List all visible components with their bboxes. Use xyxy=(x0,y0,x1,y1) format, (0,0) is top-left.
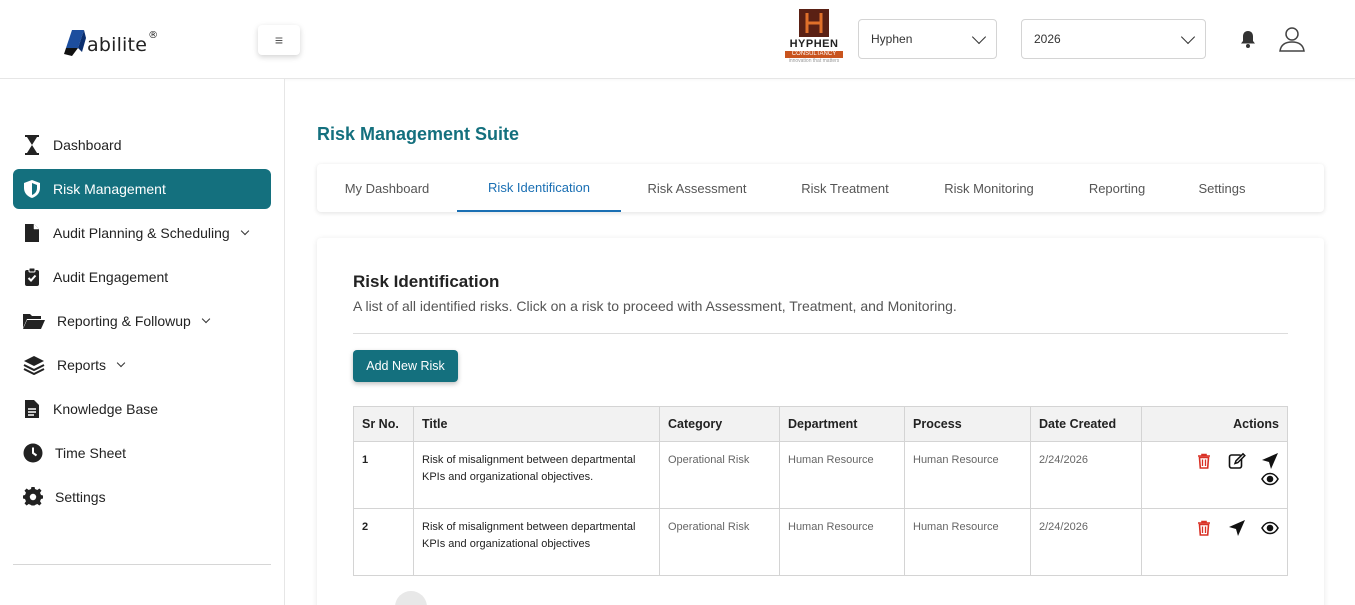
table-header-row: Sr No. Title Category Department Process… xyxy=(353,406,1288,442)
document-text-icon xyxy=(21,398,43,420)
sidebar-item-label: Settings xyxy=(55,489,106,505)
layers-icon xyxy=(21,354,47,376)
hourglass-icon xyxy=(21,134,43,156)
risk-identification-card: Risk Identification A list of all identi… xyxy=(317,238,1324,605)
sidebar-item-label: Dashboard xyxy=(53,137,122,153)
document-icon xyxy=(21,222,43,244)
menu-toggle-button[interactable]: ≡ xyxy=(258,25,300,55)
card-divider xyxy=(353,333,1288,334)
risks-table: Sr No. Title Category Department Process… xyxy=(353,406,1288,576)
chevron-down-icon xyxy=(201,314,211,324)
cell-sr: 1 xyxy=(353,441,414,509)
delete-icon[interactable] xyxy=(1195,519,1213,537)
sidebar-item-reporting-followup[interactable]: Reporting & Followup xyxy=(13,301,271,341)
year-select[interactable]: 2026 xyxy=(1021,19,1206,59)
notification-bell-icon[interactable] xyxy=(1238,29,1258,49)
pagination-current-page[interactable] xyxy=(395,591,427,605)
cell-title[interactable]: Risk of misalignment between departmenta… xyxy=(413,441,660,509)
year-select-value: 2026 xyxy=(1034,32,1061,46)
sidebar-item-dashboard[interactable]: Dashboard xyxy=(13,125,271,165)
chevron-down-icon xyxy=(1180,29,1196,44)
table-row[interactable]: 2 Risk of misalignment between departmen… xyxy=(353,508,1288,576)
sidebar-item-label: Audit Planning & Scheduling xyxy=(53,225,230,241)
logo-text: abilite® xyxy=(87,29,159,56)
hamburger-icon: ≡ xyxy=(274,32,284,48)
add-new-risk-button[interactable]: Add New Risk xyxy=(353,350,458,382)
company-logo-mark-icon xyxy=(799,9,829,37)
navigate-icon[interactable] xyxy=(1228,519,1246,537)
cell-title[interactable]: Risk of misalignment between departmenta… xyxy=(413,508,660,576)
tab-reporting[interactable]: Reporting xyxy=(1061,164,1173,212)
delete-icon[interactable] xyxy=(1195,452,1213,470)
company-logo-sub: CONSULTANCY xyxy=(785,51,843,58)
sidebar-item-label: Risk Management xyxy=(53,181,166,197)
card-subtitle: A list of all identified risks. Click on… xyxy=(353,298,957,314)
user-profile-icon[interactable] xyxy=(1278,25,1306,53)
view-icon[interactable] xyxy=(1261,519,1279,537)
cell-department: Human Resource xyxy=(779,508,905,576)
cell-actions xyxy=(1141,441,1288,509)
sidebar-item-label: Reports xyxy=(57,357,107,373)
navigate-icon[interactable] xyxy=(1261,452,1279,470)
column-header-actions: Actions xyxy=(1141,406,1288,442)
cell-actions xyxy=(1141,508,1288,576)
tab-risk-assessment[interactable]: Risk Assessment xyxy=(621,164,773,212)
cell-department: Human Resource xyxy=(779,441,905,509)
sidebar-item-label: Audit Engagement xyxy=(53,269,169,285)
tab-risk-treatment[interactable]: Risk Treatment xyxy=(773,164,917,212)
column-header-department: Department xyxy=(779,406,905,442)
chevron-down-icon xyxy=(116,358,126,368)
tab-risk-monitoring[interactable]: Risk Monitoring xyxy=(917,164,1061,212)
cell-sr: 2 xyxy=(353,508,414,576)
cell-process: Human Resource xyxy=(904,508,1031,576)
sidebar-item-time-sheet[interactable]: Time Sheet xyxy=(13,433,271,473)
sidebar-item-knowledge-base[interactable]: Knowledge Base xyxy=(13,389,271,429)
cell-date: 2/24/2026 xyxy=(1030,441,1142,509)
sidebar-divider xyxy=(13,564,271,565)
chevron-down-icon xyxy=(971,29,987,44)
sidebar-item-risk-management[interactable]: Risk Management xyxy=(13,169,271,209)
view-icon[interactable] xyxy=(1261,470,1279,488)
tab-bar: My Dashboard Risk Identification Risk As… xyxy=(317,164,1324,212)
folder-open-icon xyxy=(21,310,47,332)
tab-my-dashboard[interactable]: My Dashboard xyxy=(317,164,457,212)
gear-icon xyxy=(21,486,45,508)
column-header-title: Title xyxy=(413,406,660,442)
sidebar-item-reports[interactable]: Reports xyxy=(13,345,271,385)
company-select[interactable]: Hyphen xyxy=(858,19,997,59)
chevron-down-icon xyxy=(240,226,249,236)
cell-date: 2/24/2026 xyxy=(1030,508,1142,576)
company-logo: HYPHEN CONSULTANCY innovation that matte… xyxy=(783,9,845,69)
cell-process: Human Resource xyxy=(904,441,1031,509)
sidebar-item-label: Time Sheet xyxy=(55,445,127,461)
clock-icon xyxy=(21,442,45,464)
sidebar-item-label: Reporting & Followup xyxy=(57,313,191,329)
column-header-date: Date Created xyxy=(1030,406,1142,442)
sidebar-item-label: Knowledge Base xyxy=(53,401,159,417)
column-header-sr: Sr No. xyxy=(353,406,414,442)
company-select-value: Hyphen xyxy=(871,32,913,46)
column-header-process: Process xyxy=(904,406,1031,442)
page-title: Risk Management Suite xyxy=(317,124,520,144)
clipboard-check-icon xyxy=(21,266,43,288)
company-logo-name: HYPHEN xyxy=(789,38,839,50)
cell-category: Operational Risk xyxy=(659,508,780,576)
tab-settings[interactable]: Settings xyxy=(1173,164,1271,212)
tab-risk-identification[interactable]: Risk Identification xyxy=(457,164,621,212)
card-title: Risk Identification xyxy=(353,272,500,291)
abilite-logo[interactable]: abilite® xyxy=(64,22,158,58)
sidebar-item-audit-engagement[interactable]: Audit Engagement xyxy=(13,257,271,297)
sidebar-item-audit-planning[interactable]: Audit Planning & Scheduling xyxy=(13,213,271,253)
logo-mark-icon xyxy=(64,30,86,56)
table-row[interactable]: 1 Risk of misalignment between departmen… xyxy=(353,441,1288,509)
shield-icon xyxy=(21,178,43,200)
column-header-category: Category xyxy=(659,406,780,442)
sidebar-item-settings[interactable]: Settings xyxy=(13,477,271,517)
sidebar: Dashboard Risk Management Audit Planning… xyxy=(0,79,285,605)
edit-icon[interactable] xyxy=(1228,452,1246,470)
top-header: abilite® ≡ HYPHEN CONSULTANCY innovation… xyxy=(0,0,1355,79)
cell-category: Operational Risk xyxy=(659,441,780,509)
company-logo-tagline: innovation that matters xyxy=(788,58,840,64)
